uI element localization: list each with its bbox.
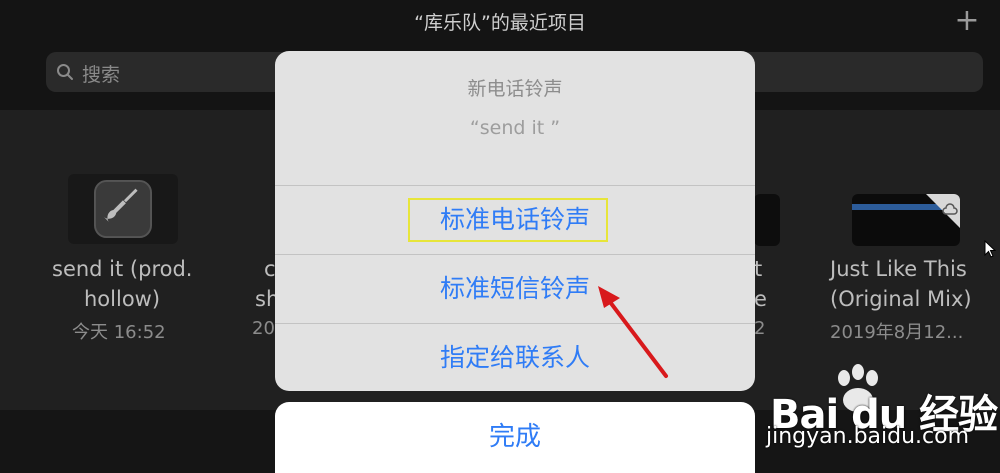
project-name-line2: (Original Mix) <box>830 287 972 311</box>
project-thumbnail <box>754 194 780 246</box>
project-tile[interactable]: send it (prod. hollow) 今天 16:52 <box>30 170 220 350</box>
action-sheet-title: 新电话铃声 <box>467 78 563 100</box>
baidu-watermark: Bai du 经验 jingyan.baidu.com <box>740 362 1000 473</box>
mouse-cursor-icon <box>984 240 996 258</box>
action-sheet-header: 新电话铃声 “send it ” <box>275 51 755 185</box>
cloud-download-icon <box>926 194 960 228</box>
watermark-url: jingyan.baidu.com <box>766 424 970 449</box>
project-date: 20 <box>252 318 275 339</box>
red-arrow-annotation-icon <box>598 286 668 378</box>
project-name-line2: e <box>754 287 767 311</box>
plus-icon[interactable]: + <box>952 6 982 36</box>
highlight-annotation-box <box>408 198 608 242</box>
assign-to-contact-button[interactable]: 指定给联系人 <box>275 324 755 391</box>
guitar-icon <box>94 180 152 238</box>
project-name: t <box>754 257 763 281</box>
search-placeholder: 搜索 <box>82 64 121 86</box>
action-sheet-message: “send it ” <box>469 117 561 139</box>
done-button[interactable]: 完成 <box>275 402 755 473</box>
project-date: 2 <box>754 318 766 339</box>
project-name: send it (prod. <box>52 257 193 281</box>
project-thumbnail <box>68 174 178 244</box>
action-sheet: 新电话铃声 “send it ” 标准电话铃声 标准短信铃声 指定给联系人 <box>275 51 755 391</box>
search-icon <box>57 64 73 80</box>
project-name-line2: hollow) <box>84 287 161 311</box>
project-name: Just Like This <box>830 257 967 281</box>
project-thumbnail <box>852 194 960 246</box>
project-date: 今天 16:52 <box>72 322 166 343</box>
page-title: “库乐队”的最近项目 <box>414 12 586 34</box>
project-name: c <box>264 257 276 281</box>
project-tile[interactable]: Just Like This (Original Mix) 2019年8月12.… <box>826 170 996 350</box>
project-tile[interactable]: c sh 20 <box>240 170 280 350</box>
standard-text-tone-button[interactable]: 标准短信铃声 <box>275 255 755 323</box>
project-date: 2019年8月12... <box>830 322 964 343</box>
